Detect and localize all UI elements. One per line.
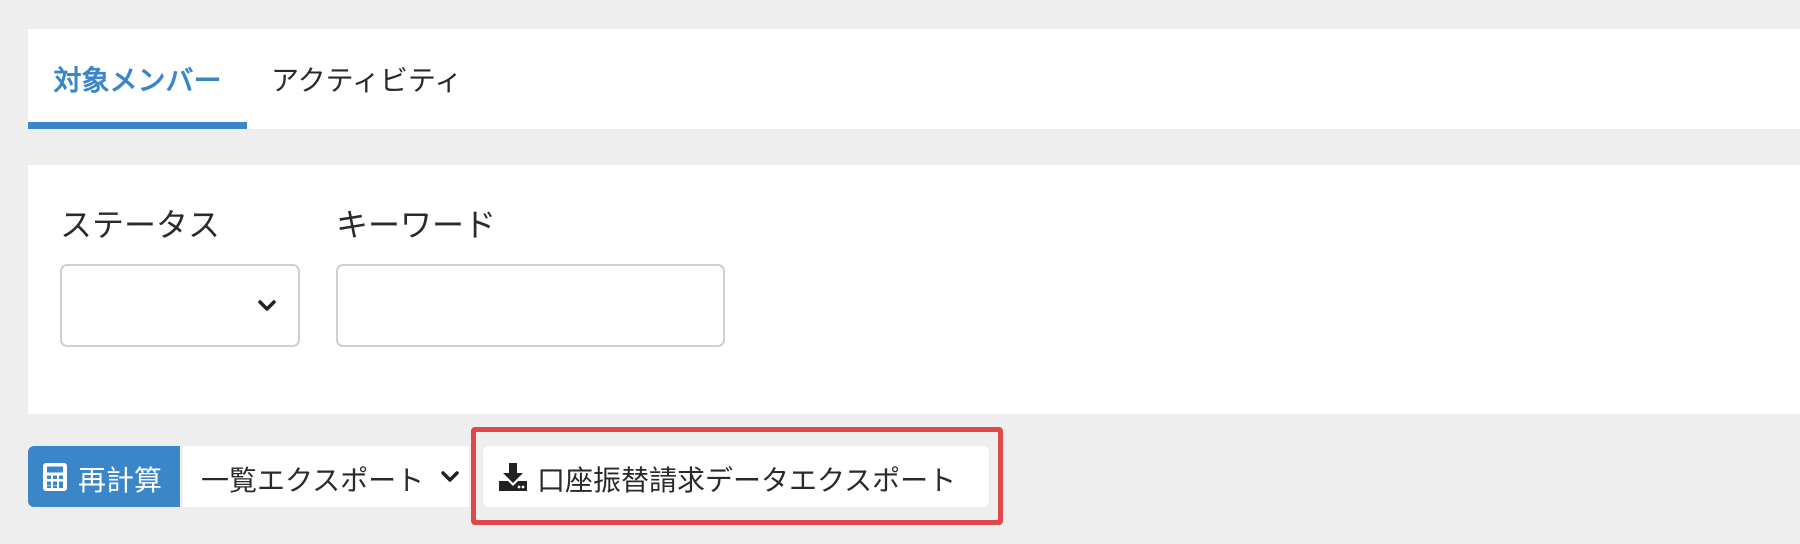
download-icon bbox=[499, 463, 527, 491]
bank-transfer-export-label: 口座振替請求データエクスポート bbox=[537, 464, 957, 497]
recalc-button[interactable]: 再計算 bbox=[28, 446, 180, 507]
tab-target-members[interactable]: 対象メンバー bbox=[28, 29, 247, 129]
list-export-label: 一覧エクスポート bbox=[201, 464, 425, 497]
tab-activity[interactable]: アクティビティ bbox=[271, 29, 462, 129]
tab-bar: 対象メンバー アクティビティ bbox=[28, 29, 1800, 129]
calculator-icon bbox=[43, 463, 67, 491]
status-select[interactable] bbox=[60, 264, 300, 347]
filter-panel: ステータス キーワード bbox=[28, 165, 1800, 414]
status-label: ステータス bbox=[60, 206, 221, 244]
keyword-label: キーワード bbox=[336, 206, 497, 244]
chevron-down-icon bbox=[441, 471, 459, 482]
tab-target-members-label: 対象メンバー bbox=[53, 64, 222, 97]
keyword-input[interactable] bbox=[336, 264, 725, 347]
tab-activity-label: アクティビティ bbox=[271, 64, 463, 97]
list-export-dropdown-button[interactable]: 一覧エクスポート bbox=[183, 446, 469, 507]
chevron-down-icon bbox=[258, 300, 276, 311]
active-tab-indicator bbox=[28, 122, 247, 129]
recalc-button-label: 再計算 bbox=[78, 464, 163, 497]
bank-transfer-export-button[interactable]: 口座振替請求データエクスポート bbox=[483, 446, 989, 507]
